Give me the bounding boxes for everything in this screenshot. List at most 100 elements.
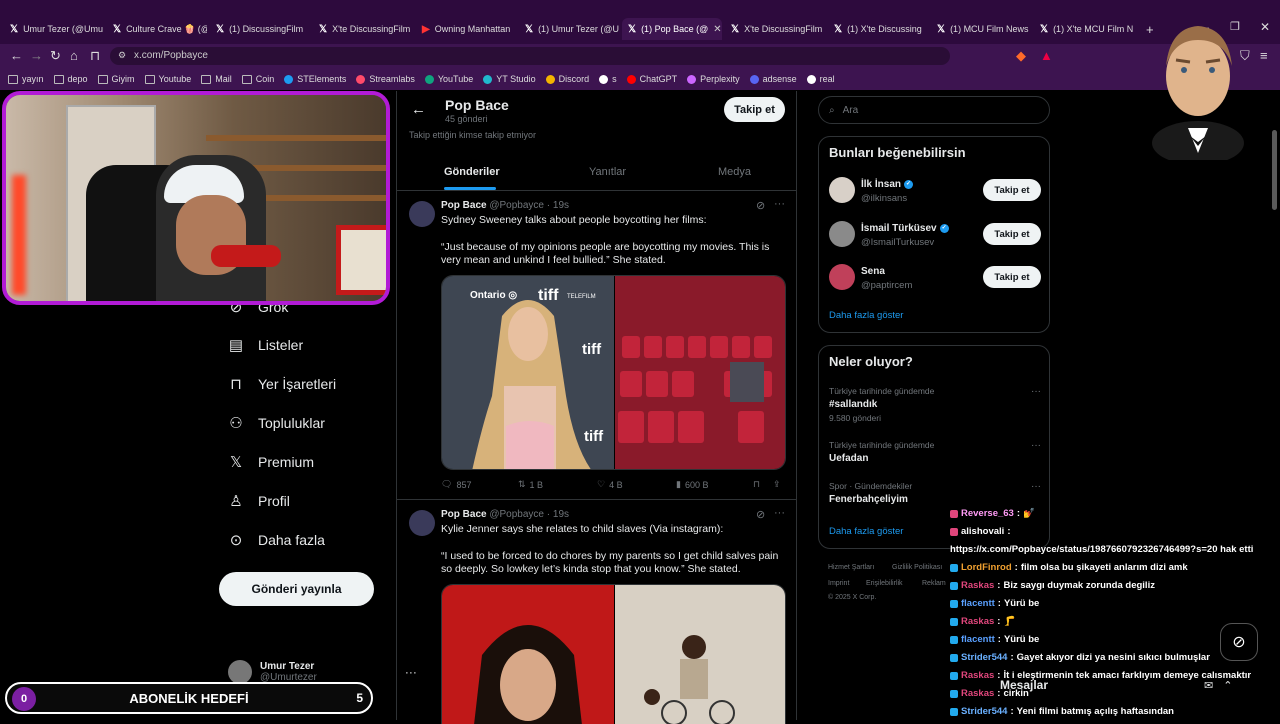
footer-link[interactable]: Hizmet Şartları	[828, 564, 874, 571]
nav-item[interactable]: ⊙ Daha fazla	[228, 531, 325, 549]
post-button[interactable]: Gönderi yayınla	[219, 572, 374, 606]
suggested-account[interactable]: İlk İnsan ✓ @ilkinsans Takip et	[829, 177, 1041, 207]
follow-button[interactable]: Takip et	[983, 266, 1041, 288]
browser-tab[interactable]: 𝕏 (1) DiscussingFilm	[210, 18, 310, 40]
suggested-account[interactable]: İsmail Türküsev ✓ @IsmailTurkusev Takip et	[829, 221, 1041, 251]
tweet-handle[interactable]: @Popbayce	[489, 200, 544, 211]
browser-tab[interactable]: 𝕏 (1) Pop Bace (@ ✕	[622, 18, 722, 40]
site-info-icon[interactable]: ⚙	[118, 50, 126, 61]
tab-posts[interactable]: Gönderiler	[444, 166, 500, 178]
account-switcher[interactable]: Umur Tezer @Umurtezer ···	[228, 660, 417, 684]
browser-tab[interactable]: 𝕏 (1) X'te MCU Film N	[1034, 18, 1134, 40]
bookmark-item[interactable]: Mail	[201, 74, 232, 84]
tweet-media[interactable]: Ontario ◎ tiff TELEFILM tiff tiff	[441, 275, 786, 470]
expand-chevron-icon[interactable]: ⌃	[1223, 679, 1232, 692]
new-message-icon[interactable]: ✉	[1204, 679, 1213, 692]
follow-button[interactable]: Takip et	[724, 97, 785, 122]
more-dots-icon[interactable]: ···	[774, 507, 785, 519]
tweet-time[interactable]: 19s	[553, 200, 569, 211]
like-button[interactable]: ♡ 4 B	[597, 479, 623, 490]
bookmark-item[interactable]: Coin	[241, 74, 274, 84]
bookmark-item[interactable]: s	[599, 74, 617, 84]
bookmark-item[interactable]: Perplexity	[687, 74, 740, 84]
tweet[interactable]: Pop Bace @Popbayce · 19s ⊘ ··· Sydney Sw…	[397, 191, 796, 498]
trend-item[interactable]: Spor · Gündemdekiler Fenerbahçeliyim ···	[829, 481, 1041, 505]
forward-arrow-icon[interactable]: →	[30, 48, 43, 63]
more-dots-icon[interactable]: ···	[1031, 440, 1041, 451]
browser-tab[interactable]: 𝕏 (1) Umur Tezer (@U	[519, 18, 619, 40]
share-button[interactable]: ⇪	[773, 479, 781, 490]
bookmark-item[interactable]: Discord	[545, 74, 589, 84]
tweet-time[interactable]: 19s	[553, 509, 569, 520]
bookmark-item[interactable]: YT Studio	[483, 74, 536, 84]
avatar[interactable]	[409, 510, 435, 536]
close-tab-icon[interactable]: ✕	[713, 24, 721, 35]
grok-button[interactable]: ⊘	[1220, 623, 1258, 661]
reply-button[interactable]: 🗨 857	[441, 479, 471, 490]
brave-shield-icon[interactable]: ◆	[1016, 48, 1026, 64]
scrollbar[interactable]	[1272, 130, 1277, 210]
suggested-account[interactable]: Sena @paptircem Takip et	[829, 264, 1041, 294]
browser-tab[interactable]: 𝕏 Umur Tezer (@Umu	[4, 18, 104, 40]
grok-explain-icon[interactable]: ⊘	[756, 508, 765, 521]
tab-replies[interactable]: Yanıtlar	[589, 166, 626, 178]
show-more-link[interactable]: Daha fazla göster	[829, 526, 903, 537]
footer-link[interactable]: Reklam	[922, 580, 946, 587]
back-arrow-icon[interactable]: ←	[411, 101, 426, 118]
nav-item[interactable]: ♙ Profil	[228, 492, 290, 510]
footer-link[interactable]: Gizlilik Politikası	[892, 564, 942, 571]
browser-tab[interactable]: ▶ Owning Manhattan	[416, 18, 516, 40]
more-dots-icon[interactable]: ···	[1031, 481, 1041, 492]
bookmark-item[interactable]: ChatGPT	[626, 74, 677, 84]
bookmark-item[interactable]: Youtube	[144, 74, 191, 84]
url-field[interactable]: ⚙ x.com/Popbayce	[110, 47, 950, 65]
tweet[interactable]: Pop Bace @Popbayce · 19s ⊘ ··· Kylie Jen…	[397, 500, 796, 724]
bookmark-item[interactable]: STElements	[284, 74, 346, 84]
trend-item[interactable]: Türkiye tarihinde gündemde Uefadan ···	[829, 440, 1041, 464]
bookmark-item[interactable]: Streamlabs	[356, 74, 415, 84]
tab-media[interactable]: Medya	[718, 166, 751, 178]
avatar[interactable]	[829, 221, 855, 247]
follow-button[interactable]: Takip et	[983, 223, 1041, 245]
more-dots-icon[interactable]: ···	[1031, 386, 1041, 397]
browser-tab[interactable]: 𝕏 (1) MCU Film News	[931, 18, 1031, 40]
back-arrow-icon[interactable]: ←	[10, 48, 23, 63]
bookmark-item[interactable]: depo	[53, 74, 88, 84]
follow-button[interactable]: Takip et	[983, 179, 1041, 201]
bookmark-item[interactable]: Giyim	[97, 74, 135, 84]
bookmark-button[interactable]: ⊓	[753, 479, 760, 490]
browser-tab[interactable]: 𝕏 X'te DiscussingFilm	[725, 18, 825, 40]
nav-item[interactable]: 𝕏 Premium	[228, 453, 314, 471]
repost-button[interactable]: ⇅ 1 B	[518, 479, 543, 490]
messages-drawer-title[interactable]: Mesajlar	[1000, 678, 1048, 692]
footer-link[interactable]: Erişilebilirlik	[866, 580, 903, 587]
trend-item[interactable]: Türkiye tarihinde gündemde #sallandık 9.58…	[829, 386, 1041, 423]
home-icon[interactable]: ⌂	[70, 48, 78, 63]
tweet-handle[interactable]: @Popbayce	[489, 509, 544, 520]
browser-tab[interactable]: 𝕏 Culture Crave 🍿 (@	[107, 18, 207, 40]
footer-link[interactable]: Imprint	[828, 580, 849, 587]
bookmark-page-icon[interactable]: ⊓	[90, 48, 100, 64]
nav-item[interactable]: ⚇ Topluluklar	[228, 414, 325, 432]
bookmark-item[interactable]: YouTube	[424, 74, 473, 84]
reload-icon[interactable]: ↻	[50, 48, 61, 64]
tweet-author[interactable]: Pop Bace	[441, 200, 487, 211]
avatar[interactable]	[409, 201, 435, 227]
tweet-media[interactable]	[441, 584, 786, 724]
nav-item[interactable]: ⊓ Yer İşaretleri	[228, 375, 336, 393]
browser-tab[interactable]: 𝕏 X'te DiscussingFilm	[313, 18, 413, 40]
show-more-link[interactable]: Daha fazla göster	[829, 310, 903, 321]
bookmark-item[interactable]: real	[806, 74, 835, 84]
brave-rewards-icon[interactable]: ▲	[1040, 48, 1053, 63]
bookmark-item[interactable]: adsense	[749, 74, 797, 84]
more-dots-icon[interactable]: ···	[774, 198, 785, 210]
nav-item[interactable]: ▤ Listeler	[228, 336, 303, 354]
avatar[interactable]	[829, 264, 855, 290]
browser-tab[interactable]: 𝕏 (1) X'te Discussing	[828, 18, 928, 40]
avatar[interactable]	[829, 177, 855, 203]
bookmark-item[interactable]: yayın	[8, 74, 44, 84]
views-button[interactable]: ▮ 600 B	[676, 479, 708, 490]
menu-icon[interactable]: ≡	[1260, 48, 1268, 63]
grok-explain-icon[interactable]: ⊘	[756, 199, 765, 212]
search-input[interactable]: ⌕ Ara	[818, 96, 1050, 124]
